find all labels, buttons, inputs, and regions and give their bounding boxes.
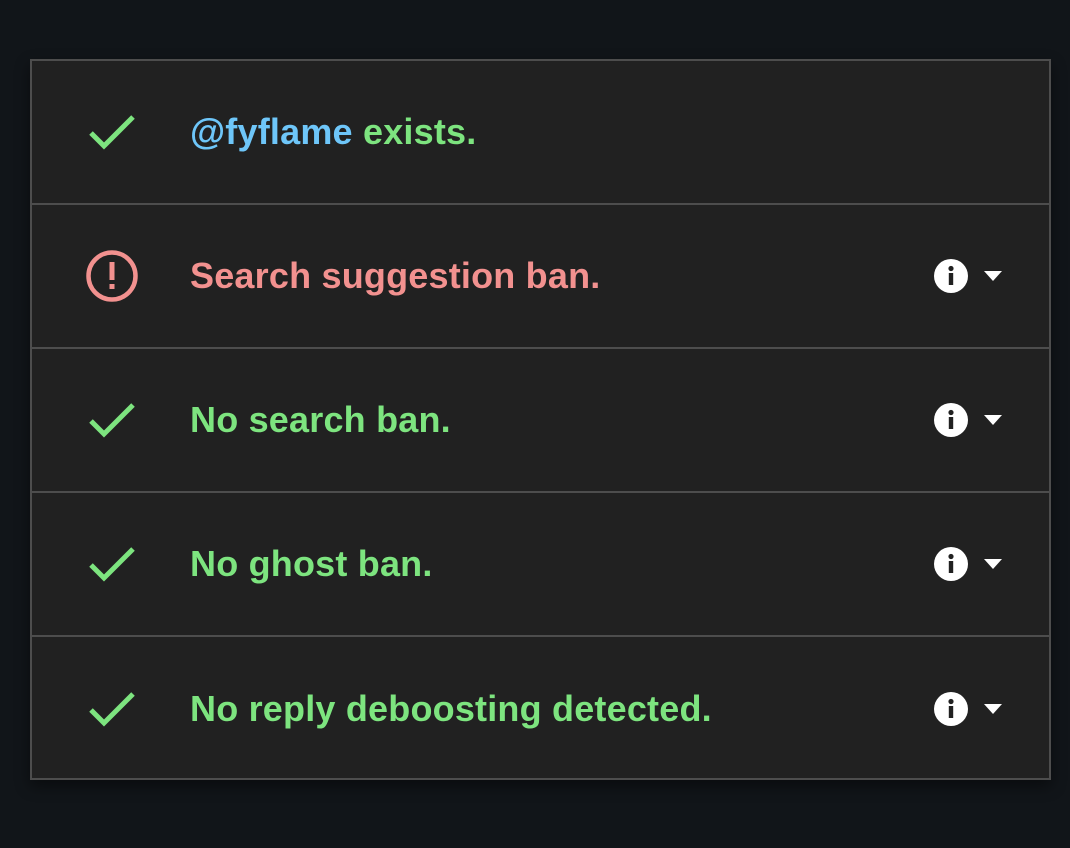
results-panel: @fyflame exists. Search suggestion ban. [30,59,1051,780]
result-label: No search ban. [190,399,451,440]
check-icon [84,536,140,592]
row-actions [933,689,1003,729]
alert-circle-icon [84,248,140,304]
chevron-down-icon[interactable] [983,703,1003,715]
result-text: @fyflame exists. [190,111,476,153]
result-row-search-suggestion-ban[interactable]: Search suggestion ban. [32,205,1049,349]
chevron-down-icon[interactable] [983,558,1003,570]
check-icon [84,681,140,737]
result-row-exists: @fyflame exists. [32,61,1049,205]
row-actions [933,400,1003,440]
result-row-search-ban[interactable]: No search ban. [32,349,1049,493]
info-icon[interactable] [933,546,969,582]
chevron-down-icon[interactable] [983,414,1003,426]
result-label: No reply deboosting detected. [190,687,712,729]
username-handle[interactable]: @fyflame [190,111,353,152]
row-actions [933,544,1003,584]
chevron-down-icon[interactable] [983,270,1003,282]
result-label: Search suggestion ban. [190,255,601,296]
info-icon[interactable] [933,402,969,438]
check-icon [84,104,140,160]
result-row-reply-deboosting[interactable]: No reply deboosting detected. [32,637,1049,780]
info-icon[interactable] [933,691,969,727]
result-label: exists. [352,111,477,152]
row-actions [933,256,1003,296]
check-icon [84,392,140,448]
result-label: No ghost ban. [190,543,433,584]
result-row-ghost-ban[interactable]: No ghost ban. [32,493,1049,637]
info-icon[interactable] [933,258,969,294]
